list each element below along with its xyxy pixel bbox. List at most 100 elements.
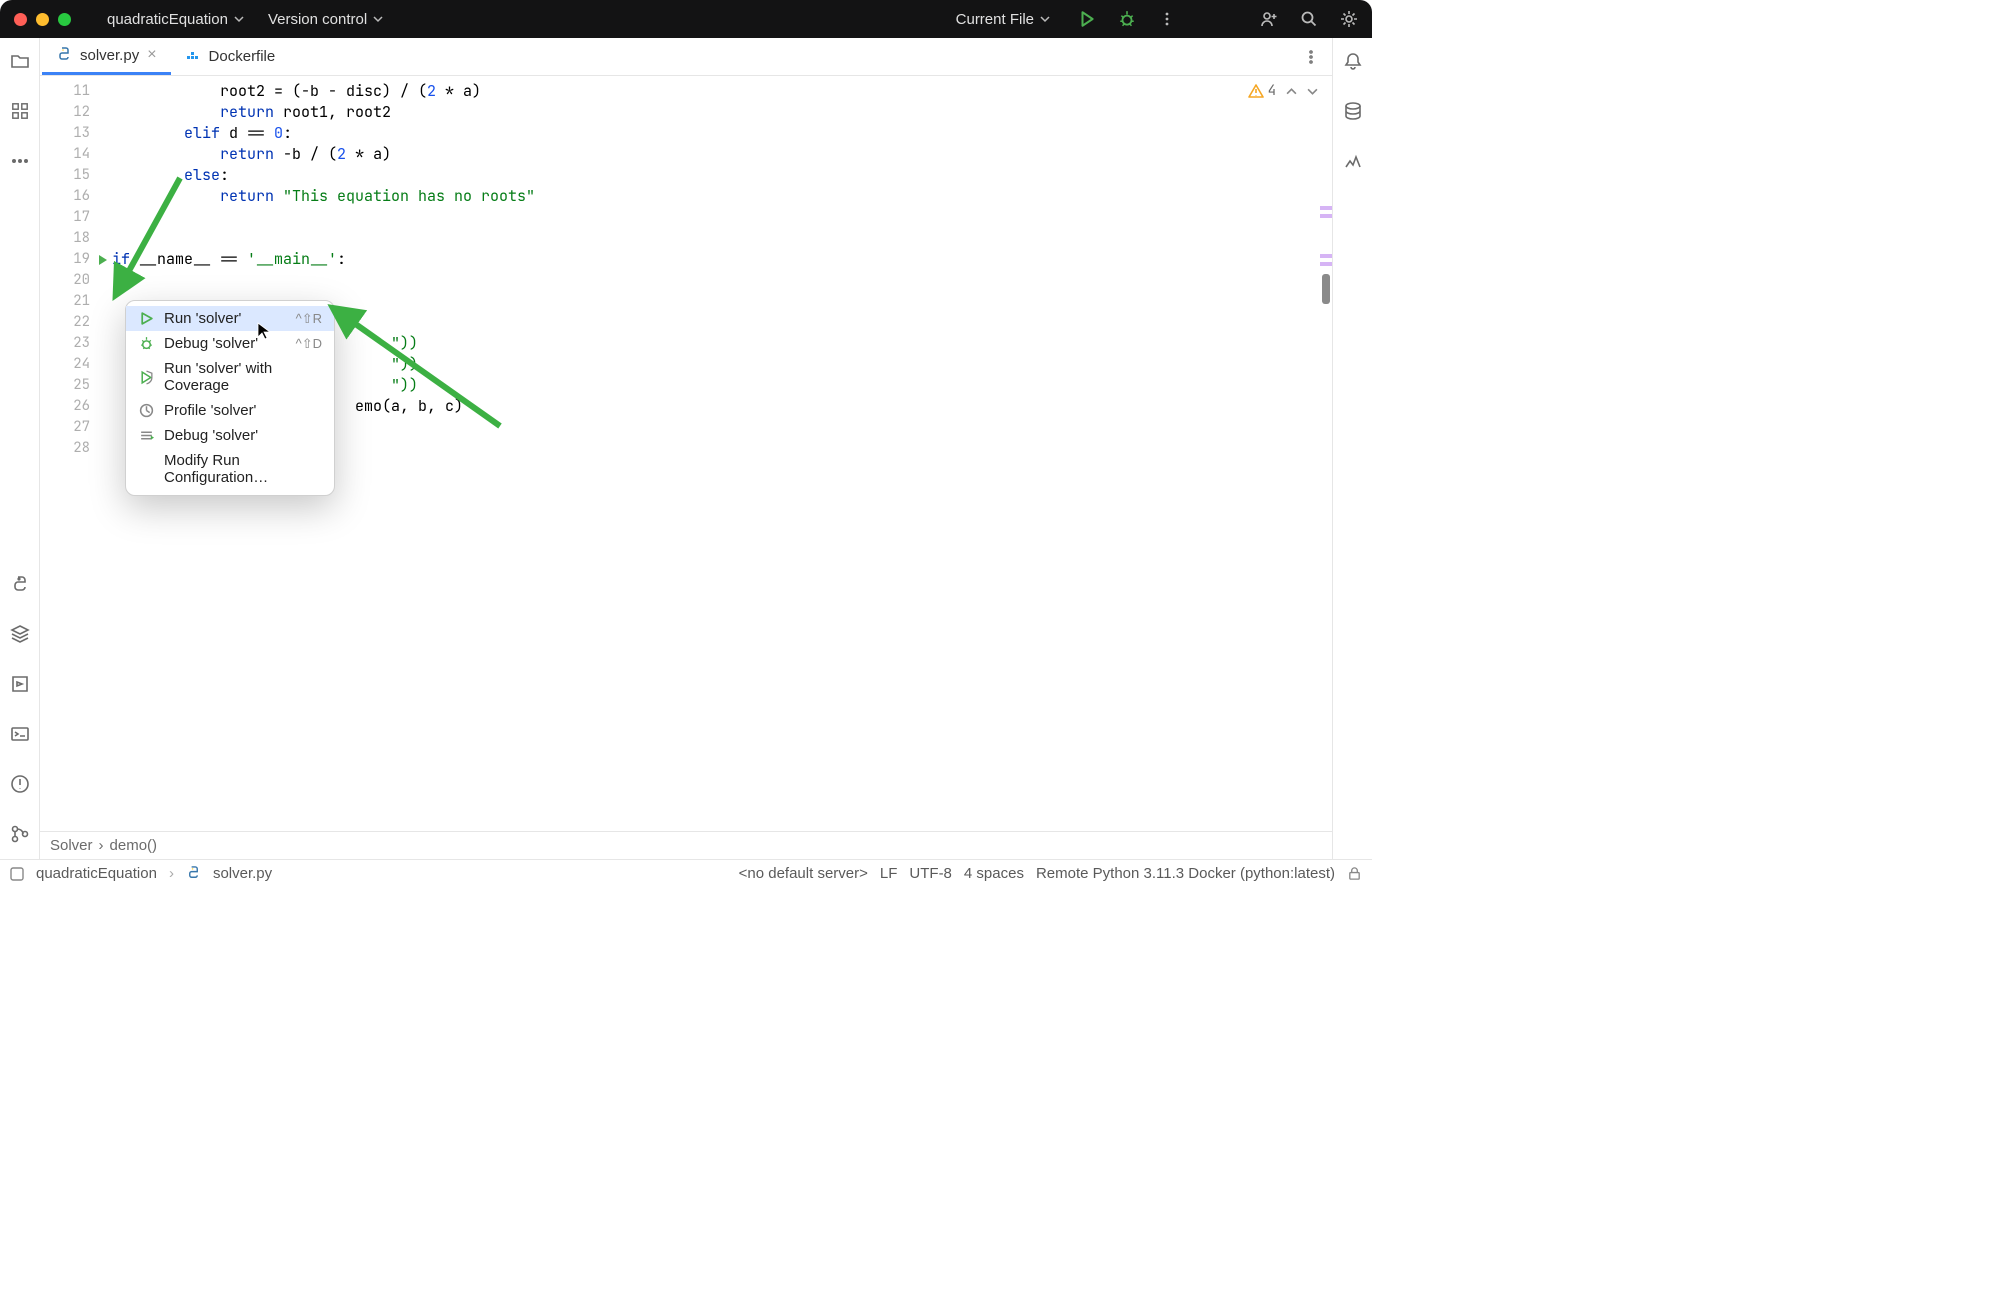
tab-label: Dockerfile (209, 48, 276, 65)
tab-more-icon[interactable] (1300, 46, 1322, 68)
code-with-me-icon[interactable] (1260, 10, 1278, 28)
status-indent[interactable]: 4 spaces (964, 865, 1024, 882)
lock-icon[interactable] (1347, 866, 1362, 881)
project-name: quadraticEquation (107, 11, 228, 28)
project-icon (10, 867, 24, 881)
line-number: 13 (40, 124, 112, 142)
status-bar: quadraticEquation › solver.py <no defaul… (0, 859, 1372, 887)
titlebar: quadraticEquation Version control Curren… (0, 0, 1372, 38)
search-icon[interactable] (1300, 10, 1318, 28)
inspection-widget[interactable]: 4 (1248, 82, 1318, 100)
menu-item-label: Run 'solver' with Coverage (164, 360, 322, 394)
tab-solver[interactable]: solver.py × (42, 38, 171, 75)
error-stripe[interactable] (1320, 114, 1332, 831)
line-number: 28 (40, 439, 112, 457)
run-config-dropdown[interactable]: Current File (948, 7, 1058, 32)
docker-file-icon (185, 49, 201, 65)
menu-item-profile-solver[interactable]: Profile 'solver' (126, 398, 334, 423)
code-line[interactable]: 11 root2 = (-b - disc) / (2 * a) (40, 80, 1332, 101)
run-icon[interactable] (1078, 10, 1096, 28)
code-text: return root1, root2 (112, 102, 391, 122)
status-encoding[interactable]: UTF-8 (909, 865, 952, 882)
warning-icon (1248, 83, 1264, 99)
project-tool-icon[interactable] (9, 50, 31, 72)
breadcrumb-item[interactable]: Solver (50, 837, 93, 854)
code-line[interactable]: 13 elif d == 0: (40, 122, 1332, 143)
python-file-icon (56, 47, 72, 63)
database-tool-icon[interactable] (1342, 100, 1364, 122)
annotation-arrow (110, 170, 190, 295)
status-server[interactable]: <no default server> (739, 865, 868, 882)
chevron-up-icon[interactable] (1286, 86, 1297, 97)
maximize-window[interactable] (58, 13, 71, 26)
code-line[interactable]: 20 (40, 269, 1332, 290)
line-number: 18 (40, 229, 112, 247)
chevron-down-icon (234, 14, 244, 24)
run-gutter-icon[interactable] (97, 253, 109, 271)
status-interpreter[interactable]: Remote Python 3.11.3 Docker (python:late… (1036, 865, 1335, 882)
tab-dockerfile[interactable]: Dockerfile (171, 38, 290, 75)
chevron-down-icon (1040, 14, 1050, 24)
settings-icon[interactable] (1340, 10, 1358, 28)
python-packages-icon[interactable] (9, 573, 31, 595)
code-line[interactable]: 18 (40, 227, 1332, 248)
code-line[interactable]: 14 return -b / (2 * a) (40, 143, 1332, 164)
menu-item-debug-solver[interactable]: Debug 'solver'^⇧D (126, 331, 334, 356)
status-line-ending[interactable]: LF (880, 865, 898, 882)
python-file-icon (186, 866, 201, 881)
menu-item-label: Modify Run Configuration… (164, 452, 322, 486)
code-text: root2 = (-b - disc) / (2 * a) (112, 81, 481, 101)
menu-item-modify-run-configuration[interactable]: Modify Run Configuration… (126, 448, 334, 490)
window-controls (14, 13, 71, 26)
terminal-tool-icon[interactable] (9, 723, 31, 745)
profile-icon (138, 403, 154, 419)
more-icon[interactable] (1158, 10, 1176, 28)
line-number: 25 (40, 376, 112, 394)
code-line[interactable]: 12 return root1, root2 (40, 101, 1332, 122)
run-tool-icon[interactable] (9, 673, 31, 695)
project-dropdown[interactable]: quadraticEquation (99, 7, 252, 32)
debug-icon (138, 336, 154, 352)
debug-alt-icon (138, 428, 154, 444)
cursor-icon (257, 322, 271, 343)
tab-label: solver.py (80, 47, 139, 64)
menu-item-run-solver[interactable]: Run 'solver'^⇧R (126, 306, 334, 331)
code-line[interactable]: 17 (40, 206, 1332, 227)
code-text: return -b / (2 * a) (112, 144, 391, 164)
close-window[interactable] (14, 13, 27, 26)
line-number: 22 (40, 313, 112, 331)
code-line[interactable]: 15 else: (40, 164, 1332, 185)
line-number: 16 (40, 187, 112, 205)
services-tool-icon[interactable] (9, 623, 31, 645)
editor-tabs: solver.py × Dockerfile (40, 38, 1332, 76)
notifications-icon[interactable] (1342, 50, 1364, 72)
warning-count: 4 (1268, 82, 1276, 100)
line-number: 17 (40, 208, 112, 226)
debug-icon[interactable] (1118, 10, 1136, 28)
status-file[interactable]: solver.py (213, 865, 272, 882)
menu-item-debug-solver[interactable]: Debug 'solver' (126, 423, 334, 448)
status-project[interactable]: quadraticEquation (36, 865, 157, 882)
vcs-label: Version control (268, 11, 367, 28)
vcs-tool-icon[interactable] (9, 823, 31, 845)
line-number: 20 (40, 271, 112, 289)
chevron-down-icon (373, 14, 383, 24)
vcs-dropdown[interactable]: Version control (260, 7, 391, 32)
line-number: 24 (40, 355, 112, 373)
menu-item-run-solver-with-coverage[interactable]: Run 'solver' with Coverage (126, 356, 334, 398)
run-config-label: Current File (956, 11, 1034, 28)
structure-tool-icon[interactable] (9, 100, 31, 122)
more-tool-icon[interactable] (9, 150, 31, 172)
line-number: 15 (40, 166, 112, 184)
code-line[interactable]: 19if __name__ == '__main__': (40, 248, 1332, 269)
problems-tool-icon[interactable] (9, 773, 31, 795)
breadcrumb-bar: Solver › demo() (40, 831, 1332, 859)
sciview-tool-icon[interactable] (1342, 150, 1364, 172)
close-tab-icon[interactable]: × (147, 46, 156, 64)
chevron-down-icon[interactable] (1307, 86, 1318, 97)
menu-item-label: Profile 'solver' (164, 402, 322, 419)
minimize-window[interactable] (36, 13, 49, 26)
blank-icon (138, 461, 154, 477)
breadcrumb-item[interactable]: demo() (110, 837, 158, 854)
code-line[interactable]: 16 return "This equation has no roots" (40, 185, 1332, 206)
